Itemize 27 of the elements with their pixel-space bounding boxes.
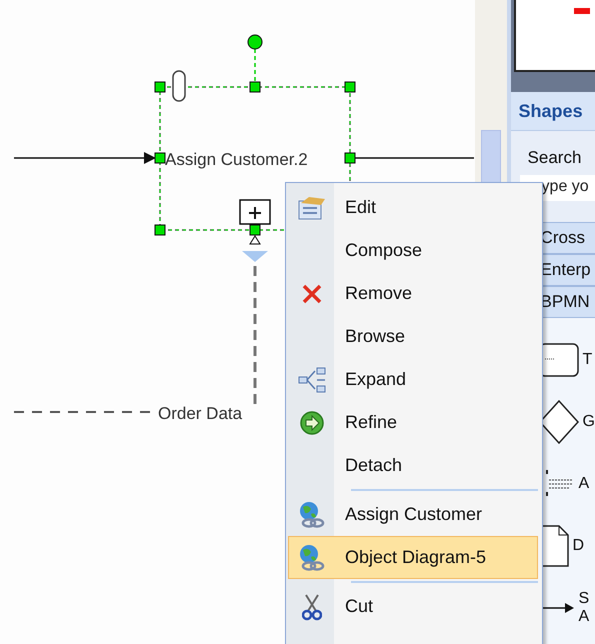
menu-item[interactable]: Refine — [288, 401, 538, 444]
panel-title: Shapes — [510, 92, 595, 130]
hierarchy-icon — [297, 366, 327, 392]
preview-mark — [574, 8, 590, 14]
shape-label[interactable]: G — [582, 413, 595, 431]
menu-item[interactable]: Detach — [288, 444, 538, 487]
menu-item[interactable]: Browse — [288, 315, 538, 358]
rotation-handle[interactable] — [248, 34, 262, 82]
globe-link-icon — [297, 500, 327, 530]
menu-item[interactable]: Object Diagram-5 — [288, 536, 538, 579]
task-label: Assign Customer.2 — [165, 149, 308, 171]
shape-label[interactable]: A — [578, 475, 590, 493]
data-label: Order Data — [158, 403, 242, 425]
search-label: Search — [528, 147, 582, 169]
shape-label[interactable]: D — [572, 537, 584, 555]
shape-label[interactable]: T — [582, 351, 592, 369]
menu-item[interactable]: Expand — [288, 358, 538, 401]
close-icon — [301, 282, 323, 304]
paperclip-icon — [172, 70, 186, 102]
plus-marker-icon — [239, 199, 271, 225]
globe-link-icon — [297, 542, 327, 572]
notepad-icon — [297, 194, 327, 220]
menu-item[interactable]: Cut — [288, 585, 538, 628]
scissors-icon — [302, 592, 322, 620]
shape-label[interactable]: S A — [578, 590, 590, 626]
arrow-circle-icon — [299, 410, 325, 436]
menu-item[interactable]: Assign Customer — [288, 493, 538, 536]
